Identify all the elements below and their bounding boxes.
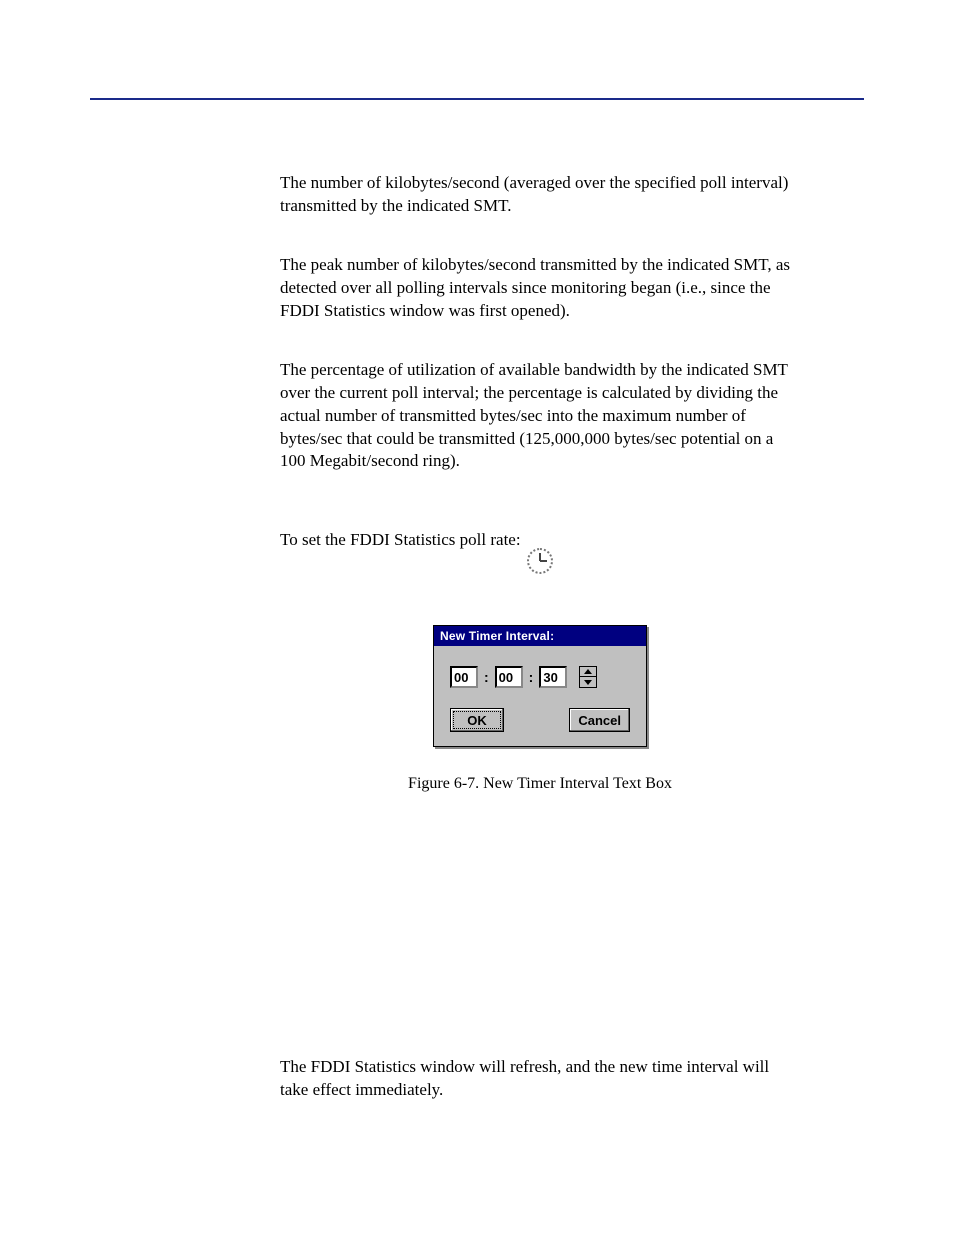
chevron-down-icon	[584, 680, 592, 685]
cancel-button[interactable]: Cancel	[569, 708, 630, 732]
header-rule	[90, 98, 864, 100]
colon-separator: :	[529, 669, 534, 685]
hours-field[interactable]	[450, 666, 478, 688]
paragraph-refresh-note: The FDDI Statistics window will refresh,…	[280, 1056, 800, 1102]
time-entry-row: : :	[450, 666, 630, 688]
paragraph-kbps: The number of kilobytes/second (averaged…	[280, 172, 800, 218]
new-timer-interval-dialog: New Timer Interval: : : OK	[433, 625, 647, 747]
seconds-field[interactable]	[539, 666, 567, 688]
paragraph-utilization: The percentage of utilization of availab…	[280, 359, 800, 474]
chevron-up-icon	[584, 669, 592, 674]
clock-icon	[527, 548, 553, 574]
dialog-title: New Timer Interval:	[434, 626, 646, 646]
minutes-field[interactable]	[495, 666, 523, 688]
time-spinner	[579, 666, 597, 688]
ok-button[interactable]: OK	[450, 708, 504, 732]
colon-separator: :	[484, 669, 489, 685]
paragraph-peak: The peak number of kilobytes/second tran…	[280, 254, 800, 323]
spinner-up-button[interactable]	[579, 666, 597, 677]
spinner-down-button[interactable]	[579, 677, 597, 688]
figure-caption: Figure 6-7. New Timer Interval Text Box	[280, 775, 800, 793]
